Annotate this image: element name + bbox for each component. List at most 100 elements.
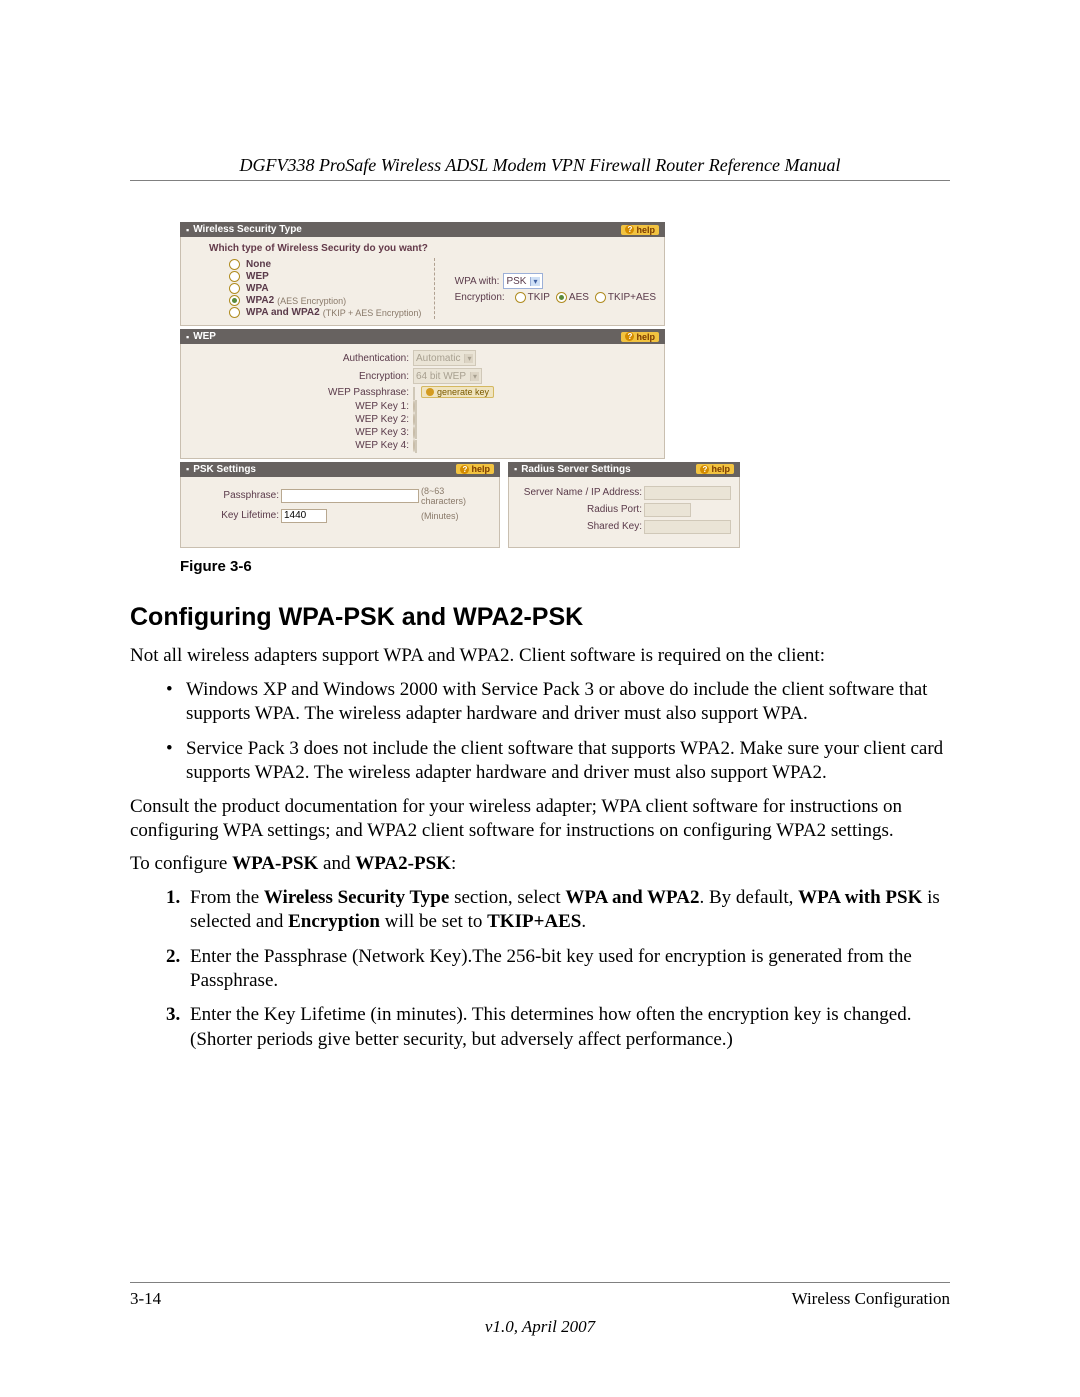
- panel-body-radius: Server Name / IP Address: Radius Port: S…: [508, 477, 740, 548]
- page-content: ▪ Wireless Security Type help Which type…: [130, 222, 950, 1062]
- generate-key-button[interactable]: generate key: [421, 386, 494, 398]
- section-heading: Configuring WPA-PSK and WPA2-PSK: [130, 603, 950, 632]
- option-wpawpa2-label: WPA and WPA2: [246, 307, 320, 318]
- enc-aes-label: AES: [569, 292, 589, 303]
- chevron-down-icon: ▾: [464, 354, 473, 363]
- option-wpawpa2-sub: (TKIP + AES Encryption): [323, 308, 422, 318]
- consult-paragraph: Consult the product documentation for yo…: [130, 795, 950, 844]
- psk-pass-input[interactable]: [281, 489, 419, 503]
- radius-server-label: Server Name / IP Address:: [517, 487, 642, 498]
- psk-life-input[interactable]: [281, 509, 327, 523]
- text: :: [451, 853, 456, 874]
- text-bold: WPA and WPA2: [565, 887, 699, 908]
- wep-enc-value: 64 bit WEP: [416, 371, 466, 382]
- help-button[interactable]: help: [696, 464, 734, 474]
- wpa-with-select[interactable]: PSK ▾: [503, 273, 542, 289]
- footer-rule: [130, 1282, 950, 1283]
- wep-key2-label: WEP Key 2:: [189, 414, 409, 425]
- chapter-title: Wireless Configuration: [792, 1289, 950, 1309]
- radio-wep[interactable]: [229, 271, 240, 282]
- panel-header-radius: ▪ Radius Server Settings help: [508, 462, 740, 477]
- radius-panel: ▪ Radius Server Settings help Server Nam…: [508, 462, 740, 548]
- wep-pass-input: [413, 387, 415, 400]
- collapse-icon[interactable]: ▪: [186, 332, 189, 342]
- bullet-list: Windows XP and Windows 2000 with Service…: [166, 678, 950, 785]
- wep-auth-label: Authentication:: [189, 353, 409, 364]
- list-item: 2. Enter the Passphrase (Network Key).Th…: [166, 945, 950, 994]
- wpa-with-value: PSK: [506, 276, 526, 287]
- option-wpa2-label: WPA2: [246, 295, 274, 306]
- wpa-with-label: WPA with:: [455, 276, 504, 287]
- panel-body-psk: Passphrase: (8~63 characters) Key Lifeti…: [180, 477, 500, 548]
- text-bold: WPA-PSK: [232, 853, 318, 874]
- psk-life-label: Key Lifetime:: [189, 510, 279, 521]
- header-rule: [130, 180, 950, 181]
- wep-auth-select: Automatic ▾: [413, 350, 476, 366]
- running-header: DGFV338 ProSafe Wireless ADSL Modem VPN …: [130, 155, 950, 176]
- text: section, select: [449, 887, 565, 908]
- radius-key-label: Shared Key:: [517, 521, 642, 532]
- collapse-icon[interactable]: ▪: [514, 464, 517, 474]
- step-number: 2.: [166, 945, 180, 969]
- list-item: 3. Enter the Key Lifetime (in minutes). …: [166, 1003, 950, 1052]
- wep-key4-label: WEP Key 4:: [189, 440, 409, 451]
- list-item: 1. From the Wireless Security Type secti…: [166, 886, 950, 935]
- radio-wpa-wpa2[interactable]: [229, 307, 240, 318]
- steps-list: 1. From the Wireless Security Type secti…: [166, 886, 950, 1052]
- list-item: Windows XP and Windows 2000 with Service…: [166, 678, 950, 727]
- help-button[interactable]: help: [456, 464, 494, 474]
- radio-wpa2[interactable]: [229, 295, 240, 306]
- step-number: 3.: [166, 1003, 180, 1027]
- to-configure-line: To configure WPA-PSK and WPA2-PSK:: [130, 852, 950, 876]
- intro-paragraph: Not all wireless adapters support WPA an…: [130, 644, 950, 668]
- page-number: 3-14: [130, 1289, 161, 1309]
- text: Enter the Passphrase (Network Key).The 2…: [190, 946, 912, 991]
- option-wpa-label: WPA: [246, 283, 269, 294]
- collapse-icon[interactable]: ▪: [186, 225, 189, 235]
- panel-header-wep: ▪ WEP help: [180, 329, 665, 344]
- security-options: None WEP WPA WPA2(AES Encryption) WPA an…: [189, 258, 434, 319]
- help-button[interactable]: help: [621, 332, 659, 342]
- text-bold: Encryption: [288, 911, 380, 932]
- panel-title: Radius Server Settings: [521, 464, 696, 475]
- panel-title: PSK Settings: [193, 464, 456, 475]
- psk-pass-label: Passphrase:: [189, 490, 279, 501]
- psk-panel: ▪ PSK Settings help Passphrase: (8~63 ch…: [180, 462, 500, 548]
- radio-tkip-aes[interactable]: [595, 292, 606, 303]
- text: Enter the Key Lifetime (in minutes). Thi…: [190, 1004, 911, 1049]
- figure-caption: Figure 3-6: [180, 558, 950, 575]
- page-footer: 3-14 Wireless Configuration: [130, 1289, 950, 1309]
- step-number: 1.: [166, 886, 180, 910]
- security-right: WPA with: PSK ▾ Encryption: TKIP AES TKI…: [434, 258, 656, 319]
- wep-enc-select: 64 bit WEP ▾: [413, 368, 482, 384]
- psk-pass-hint: (8~63 characters): [421, 486, 491, 506]
- text: . By default,: [699, 887, 798, 908]
- wep-auth-value: Automatic: [416, 353, 460, 364]
- enc-tkipaes-label: TKIP+AES: [608, 292, 656, 303]
- wep-key1-label: WEP Key 1:: [189, 401, 409, 412]
- text: .: [581, 911, 586, 932]
- panel-title: WEP: [193, 331, 621, 342]
- help-button[interactable]: help: [621, 225, 659, 235]
- text: and: [318, 853, 355, 874]
- figure-screenshot: ▪ Wireless Security Type help Which type…: [180, 222, 665, 548]
- enc-tkip-label: TKIP: [528, 292, 550, 303]
- radio-aes[interactable]: [556, 292, 567, 303]
- radius-key-input: [644, 520, 731, 534]
- version-line: v1.0, April 2007: [0, 1317, 1080, 1337]
- wep-enc-label: Encryption:: [189, 371, 409, 382]
- panel-body-security: Which type of Wireless Security do you w…: [180, 237, 665, 326]
- radius-server-input: [644, 486, 731, 500]
- radius-port-input: [644, 503, 691, 517]
- chevron-down-icon: ▾: [470, 372, 479, 381]
- collapse-icon[interactable]: ▪: [186, 464, 189, 474]
- psk-life-hint: (Minutes): [421, 511, 491, 521]
- radio-none[interactable]: [229, 259, 240, 270]
- wep-pass-label: WEP Passphrase:: [189, 387, 409, 398]
- radio-wpa[interactable]: [229, 283, 240, 294]
- text-bold: WPA2-PSK: [355, 853, 451, 874]
- wep-key2-input: [415, 413, 417, 426]
- option-wpa2-sub: (AES Encryption): [277, 296, 346, 306]
- radio-tkip[interactable]: [515, 292, 526, 303]
- text-bold: TKIP+AES: [487, 911, 581, 932]
